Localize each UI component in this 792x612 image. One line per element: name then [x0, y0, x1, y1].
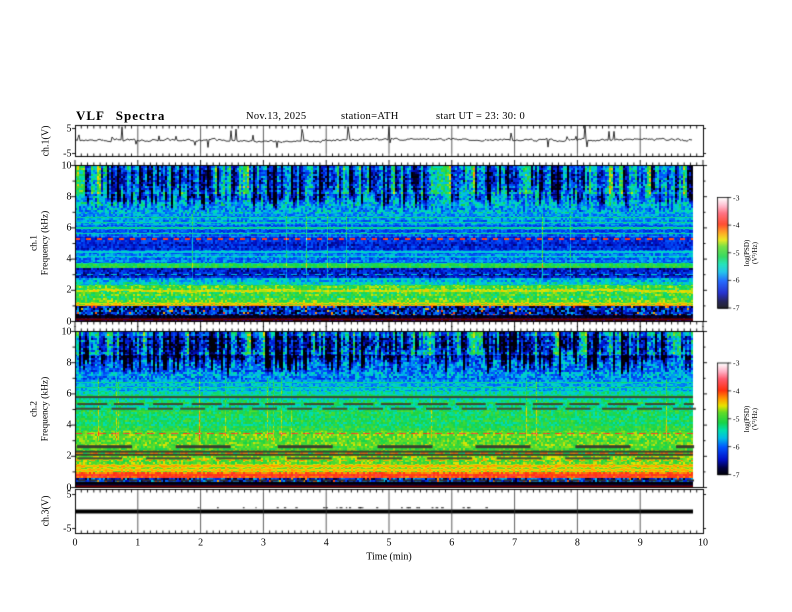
- x-tick-label: 7: [512, 537, 518, 549]
- spec2-y-tick-label: 6: [66, 388, 72, 400]
- ch3v-y-tick-label: -5: [63, 523, 72, 534]
- spec1-y-tick-label: 6: [66, 222, 72, 234]
- spec2-y-tick-label: 8: [66, 357, 72, 369]
- ch1v-y-tick-label: -5: [63, 148, 72, 159]
- x-tick-label: 6: [449, 537, 455, 549]
- colorbar2-tick-label: -3: [733, 358, 740, 368]
- axis-label-ch1-volts: ch.1(V): [40, 125, 52, 157]
- x-tick-label: 9: [637, 537, 643, 549]
- colorbar1-label: log(PSD)(V²/Hz): [743, 239, 759, 267]
- spec1-y-tick-label: 10: [61, 160, 72, 171]
- axis-label-spec1-channel: ch.1: [29, 234, 40, 252]
- x-tick-label: 1: [135, 537, 141, 549]
- colorbar1-tick-label: -5: [733, 248, 740, 258]
- x-tick-label: 0: [72, 537, 78, 549]
- axis-label-spec1: ch.1 Frequency (kHz): [30, 211, 51, 276]
- colorbar2-tick-label: -5: [733, 414, 740, 424]
- header-start-ut: start UT = 23: 30: 0: [436, 111, 526, 122]
- ch3v-y-tick-label: 5: [66, 489, 72, 500]
- spec1-y-tick-label: 4: [66, 253, 72, 265]
- axis-label-spec2: ch.2 Frequency (kHz): [30, 377, 51, 442]
- axis-label-spec2-frequency: Frequency (kHz): [40, 376, 50, 442]
- colorbar2-label: log(PSD)(V²/Hz): [743, 405, 759, 433]
- axis-label-ch3-volts: ch.3(V): [40, 495, 52, 527]
- colorbar1-tick-label: -6: [733, 275, 740, 285]
- page-title: VLF Spectra: [76, 108, 166, 123]
- axis-label-spec2-channel: ch.2: [29, 400, 40, 418]
- x-axis-label: Time (min): [366, 551, 412, 563]
- colorbar2-tick-label: -7: [733, 470, 740, 479]
- x-tick-label: 3: [260, 537, 266, 549]
- spec2-y-tick-label: 10: [61, 326, 72, 337]
- x-tick-label: 5: [386, 537, 392, 549]
- plot-canvas: [0, 0, 792, 612]
- spec2-y-tick-label: 4: [66, 419, 72, 431]
- spec1-y-tick-label: 2: [66, 284, 72, 296]
- axis-label-spec1-frequency: Frequency (kHz): [40, 210, 50, 276]
- colorbar1-tick-label: -4: [733, 220, 740, 230]
- spec1-y-tick-label: 8: [66, 191, 72, 203]
- colorbar1-tick-label: -7: [733, 303, 740, 313]
- vlf-spectra-figure: VLF Spectra Nov.13, 2025 station=ATH sta…: [0, 0, 792, 612]
- colorbar2-tick-label: -4: [733, 386, 740, 396]
- colorbar2-tick-label: -6: [733, 442, 740, 452]
- x-tick-label: 10: [698, 537, 708, 549]
- header-station: station=ATH: [341, 111, 399, 122]
- colorbar1-tick-label: -3: [733, 193, 740, 202]
- x-tick-label: 8: [574, 537, 580, 549]
- spec2-y-tick-label: 2: [66, 450, 72, 462]
- ch1v-y-tick-label: 5: [66, 123, 72, 134]
- x-tick-label: 2: [198, 537, 204, 549]
- header-date: Nov.13, 2025: [246, 111, 307, 122]
- x-tick-label: 4: [323, 537, 329, 549]
